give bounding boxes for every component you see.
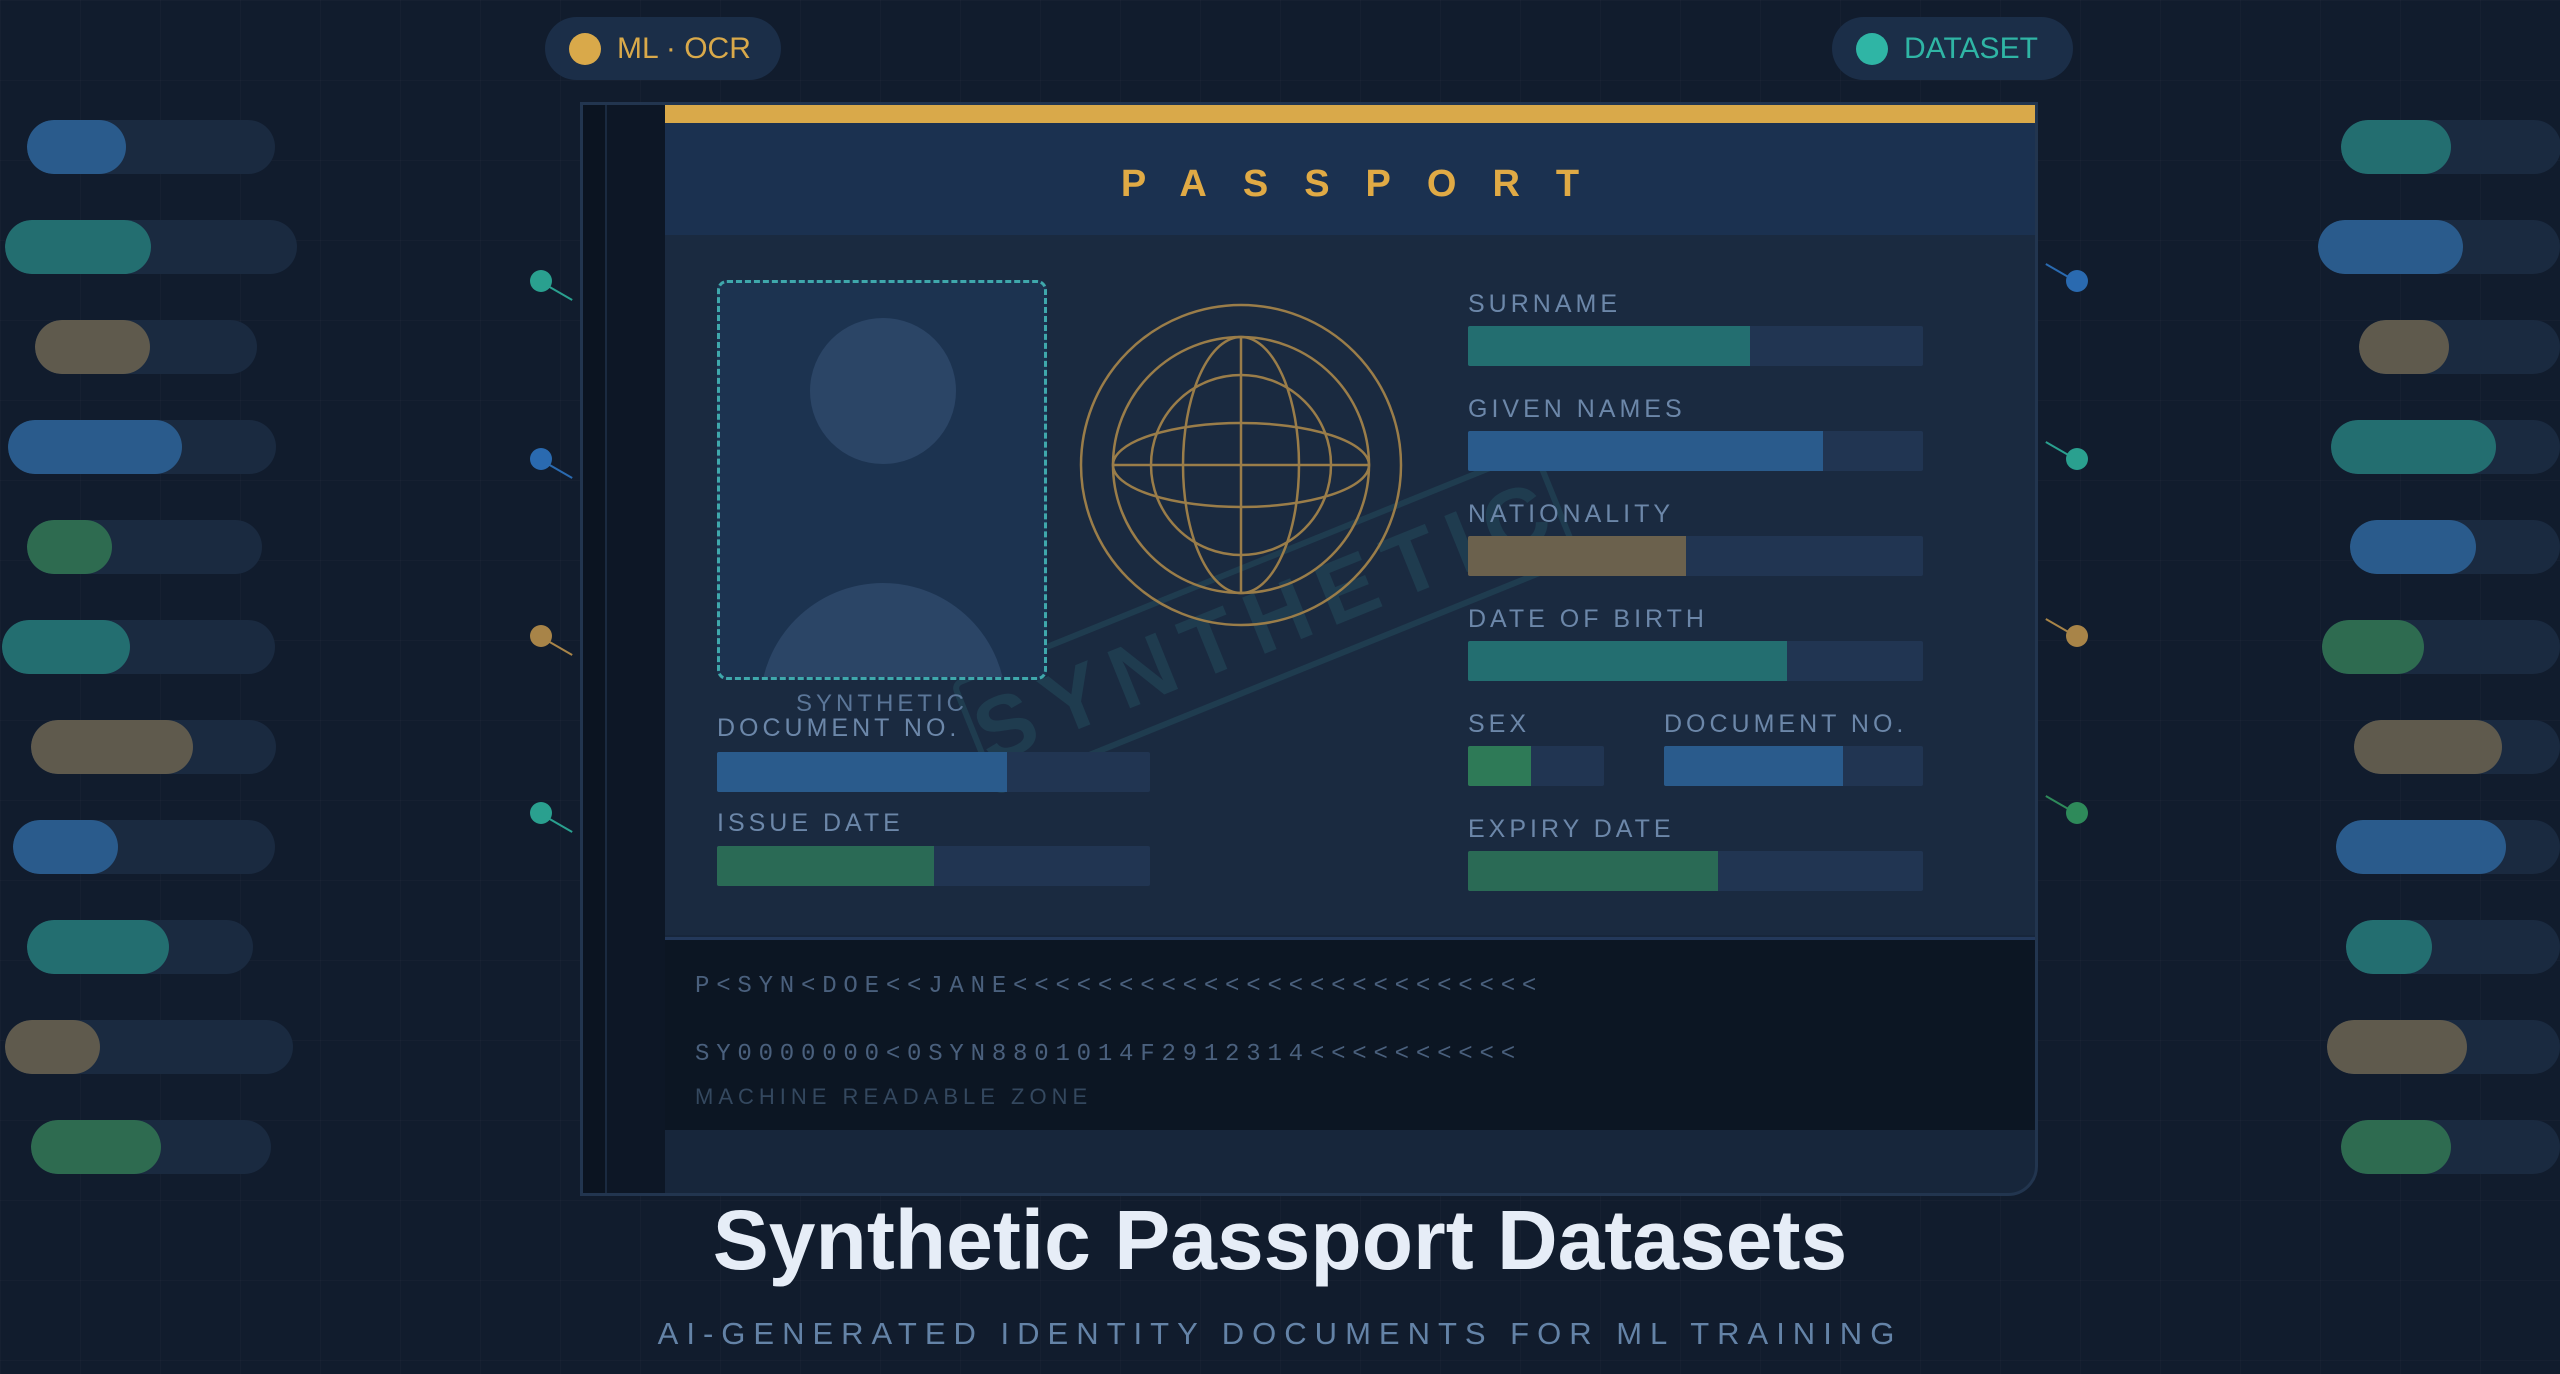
field-label-document-no-left: DOCUMENT NO.	[717, 714, 961, 742]
page-subtitle: AI-GENERATED IDENTITY DOCUMENTS FOR ML T…	[657, 1316, 1903, 1351]
right-decorative-bar	[2331, 420, 2560, 474]
left-decorative-bar	[5, 1020, 293, 1074]
field-label-given-names: GIVEN NAMES	[1468, 395, 1686, 423]
decorative-bar-fill	[2341, 1120, 2451, 1174]
field-value-bar-date-of-birth	[1468, 641, 1923, 681]
field-value-fill	[717, 846, 934, 886]
mrz-line-2: SY0000000<0SYN8801014F2912314<<<<<<<<<<	[695, 1041, 1522, 1068]
left-decorative-bar	[27, 120, 275, 174]
right-decorative-bar	[2318, 220, 2560, 274]
right-decorative-bar	[2346, 920, 2560, 974]
field-value-bar-document-no-left	[717, 752, 1150, 792]
left-decorative-bar	[13, 820, 275, 874]
field-value-fill	[1664, 746, 1843, 786]
decorative-bar-fill	[31, 1120, 161, 1174]
left-decorative-bar	[31, 720, 276, 774]
field-value-fill	[1468, 641, 1787, 681]
passport-title: PASSPORT	[1120, 163, 1616, 205]
field-value-bar-document-no-right	[1664, 746, 1923, 786]
decorative-bar-fill	[2354, 720, 2503, 774]
left-decorative-bar	[27, 920, 253, 974]
right-decorative-bar	[2359, 320, 2560, 374]
decorative-bar-fill	[2350, 520, 2476, 574]
right-decorative-bar	[2341, 1120, 2560, 1174]
decorative-bar-fill	[31, 720, 193, 774]
globe-emblem-icon	[1079, 303, 1403, 627]
decorative-bar-fill	[27, 520, 112, 574]
left-decorative-bar	[35, 320, 257, 374]
left-decorative-bar	[27, 520, 262, 574]
portrait-shoulders-icon	[760, 583, 1006, 677]
portrait-placeholder	[717, 280, 1047, 680]
right-decorative-bar	[2341, 120, 2560, 174]
passport-spine	[583, 105, 665, 1193]
decorative-bar-fill	[27, 120, 127, 174]
right-decorative-bar	[2354, 720, 2560, 774]
right-decorative-bar	[2322, 620, 2560, 674]
gold-strip	[665, 105, 2035, 123]
passport-header: PASSPORT	[665, 123, 2035, 235]
decorative-bar-fill	[5, 220, 151, 274]
field-value-fill	[1468, 851, 1719, 891]
badge-dot-icon	[1856, 32, 1888, 65]
decorative-bar-fill	[2346, 920, 2432, 974]
field-label-document-no-right: DOCUMENT NO.	[1664, 710, 1908, 738]
field-value-fill	[1468, 326, 1751, 366]
decorative-bar-fill	[2341, 120, 2451, 174]
badge-label: ML · OCR	[617, 31, 751, 65]
field-label-date-of-birth: DATE OF BIRTH	[1468, 605, 1708, 633]
field-value-bar-given-names	[1468, 431, 1923, 471]
field-label-nationality: NATIONALITY	[1468, 500, 1675, 528]
page-title: Synthetic Passport Datasets	[712, 1193, 1848, 1287]
field-label-surname: SURNAME	[1468, 290, 1622, 318]
mrz-line-1: P<SYN<DOE<<JANE<<<<<<<<<<<<<<<<<<<<<<<<<	[695, 973, 1544, 1000]
decorative-bar-fill	[13, 820, 118, 874]
decorative-bar-fill	[2, 620, 131, 674]
dataset-badge: DATASET	[1832, 17, 2073, 80]
decorative-bar-fill	[2322, 620, 2425, 674]
field-label-expiry-date: EXPIRY DATE	[1468, 815, 1675, 843]
field-value-bar-surname	[1468, 326, 1923, 366]
field-value-fill	[1468, 536, 1687, 576]
decorative-bar-fill	[2331, 420, 2496, 474]
decorative-bar-fill	[8, 420, 183, 474]
left-decorative-bar	[8, 420, 276, 474]
decorative-bar-fill	[2359, 320, 2450, 374]
field-value-fill	[1468, 746, 1531, 786]
left-decorative-bar	[5, 220, 297, 274]
badge-label: DATASET	[1904, 31, 2038, 65]
right-decorative-bar	[2336, 820, 2560, 874]
field-label-issue-date: ISSUE DATE	[717, 809, 904, 837]
right-decorative-bar	[2327, 1020, 2560, 1074]
decorative-bar-fill	[35, 320, 151, 374]
field-value-bar-sex	[1468, 746, 1604, 786]
decorative-bar-fill	[27, 920, 170, 974]
right-decorative-bar	[2350, 520, 2560, 574]
decorative-bar-fill	[5, 1020, 101, 1074]
decorative-bar-fill	[2336, 820, 2507, 874]
field-value-bar-issue-date	[717, 846, 1150, 886]
left-decorative-bar	[31, 1120, 271, 1174]
field-value-fill	[717, 752, 1008, 792]
mrz-caption: MACHINE READABLE ZONE	[695, 1084, 1093, 1109]
field-value-fill	[1468, 431, 1823, 471]
portrait-head-icon	[810, 318, 956, 464]
field-value-bar-expiry-date	[1468, 851, 1923, 891]
decorative-bar-fill	[2327, 1020, 2467, 1074]
badge-dot-icon	[569, 32, 601, 65]
decorative-bar-fill	[2318, 220, 2464, 274]
ml-ocr-badge: ML · OCR	[545, 17, 781, 80]
field-value-bar-nationality	[1468, 536, 1923, 576]
left-decorative-bar	[2, 620, 275, 674]
field-label-sex: SEX	[1468, 710, 1531, 738]
